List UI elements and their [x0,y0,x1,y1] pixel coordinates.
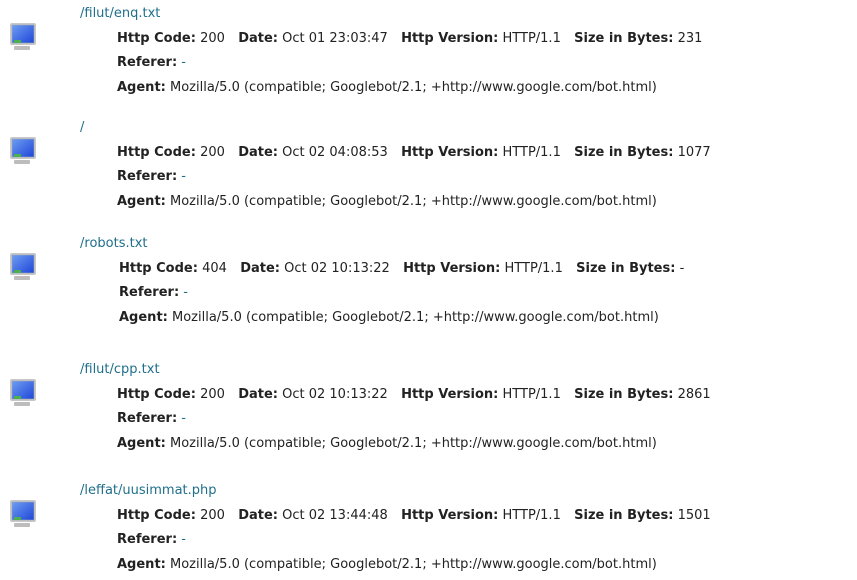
referer-line: Referer: - [117,531,186,549]
request-meta-line: Http Code: 200 Date: Oct 02 13:44:48 Htt… [117,507,711,525]
request-meta-line: Http Code: 404 Date: Oct 02 10:13:22 Htt… [119,260,684,278]
agent-value: Mozilla/5.0 (compatible; Googlebot/2.1; … [170,194,657,209]
http-version-label: Http Version: [401,145,499,160]
date-label: Date: [238,508,278,523]
size-label: Size in Bytes: [574,508,674,523]
http-code-label: Http Code: [119,261,198,276]
monitor-icon [8,497,40,529]
agent-label: Agent: [117,557,166,572]
http-code-value: 200 [200,31,225,46]
referer-value: - [181,411,186,426]
agent-line: Agent: Mozilla/5.0 (compatible; Googlebo… [117,435,657,453]
request-meta-line: Http Code: 200 Date: Oct 02 10:13:22 Htt… [117,386,711,404]
referer-label: Referer: [117,532,178,547]
request-path-link[interactable]: /filut/enq.txt [80,6,160,21]
http-code-label: Http Code: [117,508,196,523]
date-label: Date: [238,31,278,46]
crawler-log-page: { "labels": { "http_code": "Http Code:",… [0,0,857,580]
agent-value: Mozilla/5.0 (compatible; Googlebot/2.1; … [170,436,657,451]
size-value: 231 [677,31,703,46]
agent-line: Agent: Mozilla/5.0 (compatible; Googlebo… [117,556,657,574]
date-value: Oct 02 13:44:48 [282,508,388,523]
agent-label: Agent: [117,194,166,209]
agent-value: Mozilla/5.0 (compatible; Googlebot/2.1; … [170,557,657,572]
referer-label: Referer: [117,55,178,70]
agent-value: Mozilla/5.0 (compatible; Googlebot/2.1; … [170,80,657,95]
monitor-icon [8,20,40,52]
referer-value: - [181,169,186,184]
size-value: 1077 [677,145,711,160]
http-code-label: Http Code: [117,145,196,160]
request-path-link[interactable]: /filut/cpp.txt [80,362,160,377]
request-path-link[interactable]: / [80,120,84,135]
monitor-icon [8,376,40,408]
http-code-value: 200 [200,145,225,160]
referer-label: Referer: [119,285,180,300]
agent-label: Agent: [119,310,168,325]
http-code-label: Http Code: [117,387,196,402]
size-value: 1501 [677,508,711,523]
request-path-link[interactable]: /robots.txt [80,236,148,251]
http-version-value: HTTP/1.1 [502,508,561,523]
size-value: 2861 [677,387,711,402]
referer-line: Referer: - [117,410,186,428]
size-label: Size in Bytes: [574,145,674,160]
size-label: Size in Bytes: [574,31,674,46]
date-label: Date: [240,261,280,276]
date-label: Date: [238,145,278,160]
agent-line: Agent: Mozilla/5.0 (compatible; Googlebo… [117,193,657,211]
http-version-label: Http Version: [401,508,499,523]
date-value: Oct 02 10:13:22 [282,387,388,402]
http-version-label: Http Version: [401,31,499,46]
http-version-value: HTTP/1.1 [502,387,561,402]
referer-value: - [181,55,186,70]
http-version-value: HTTP/1.1 [502,145,561,160]
date-value: Oct 02 10:13:22 [284,261,390,276]
size-value: - [679,261,685,276]
http-code-label: Http Code: [117,31,196,46]
date-value: Oct 02 04:08:53 [282,145,388,160]
http-version-value: HTTP/1.1 [502,31,561,46]
request-path-link[interactable]: /leffat/uusimmat.php [80,483,217,498]
http-code-value: 200 [200,508,225,523]
agent-label: Agent: [117,80,166,95]
size-label: Size in Bytes: [574,387,674,402]
request-meta-line: Http Code: 200 Date: Oct 01 23:03:47 Htt… [117,30,702,48]
referer-label: Referer: [117,411,178,426]
referer-line: Referer: - [117,54,186,72]
referer-line: Referer: - [117,168,186,186]
referer-line: Referer: - [119,284,188,302]
referer-value: - [181,532,186,547]
agent-line: Agent: Mozilla/5.0 (compatible; Googlebo… [119,309,659,327]
http-code-value: 404 [202,261,227,276]
monitor-icon [8,134,40,166]
request-meta-line: Http Code: 200 Date: Oct 02 04:08:53 Htt… [117,144,711,162]
http-version-label: Http Version: [401,387,499,402]
http-version-value: HTTP/1.1 [504,261,563,276]
http-version-label: Http Version: [403,261,501,276]
monitor-icon [8,250,40,282]
size-label: Size in Bytes: [576,261,676,276]
date-label: Date: [238,387,278,402]
agent-label: Agent: [117,436,166,451]
agent-line: Agent: Mozilla/5.0 (compatible; Googlebo… [117,79,657,97]
referer-label: Referer: [117,169,178,184]
referer-value: - [183,285,188,300]
http-code-value: 200 [200,387,225,402]
agent-value: Mozilla/5.0 (compatible; Googlebot/2.1; … [172,310,659,325]
date-value: Oct 01 23:03:47 [282,31,388,46]
